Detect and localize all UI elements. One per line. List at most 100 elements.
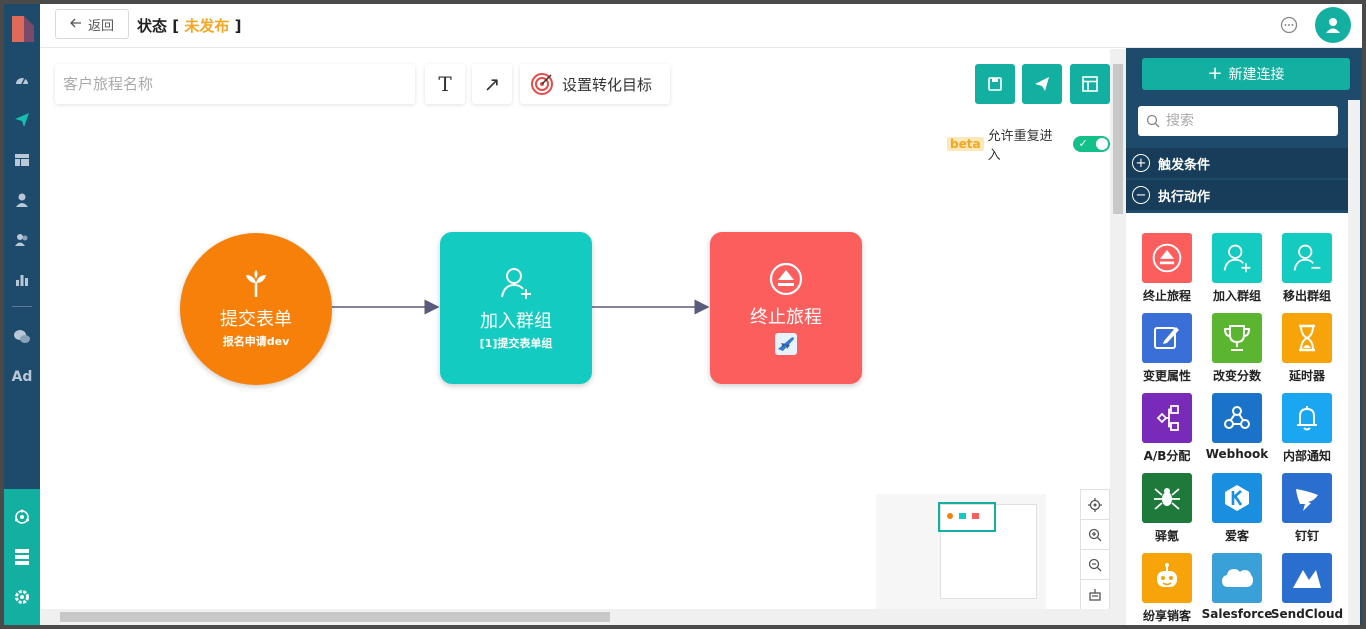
- search-input[interactable]: [1166, 113, 1326, 129]
- dashboard-icon[interactable]: [10, 68, 34, 92]
- plus-icon: +: [1207, 63, 1223, 84]
- action-label: Webhook: [1205, 447, 1269, 461]
- action-join-group[interactable]: 加入群组: [1202, 233, 1272, 304]
- action-webhook[interactable]: Webhook: [1202, 393, 1272, 461]
- avatar[interactable]: [1315, 7, 1351, 43]
- eject-icon: [769, 262, 803, 296]
- action-label: A/B分配: [1143, 449, 1191, 463]
- server-icon[interactable]: [10, 545, 34, 569]
- webhook-icon: [1212, 393, 1262, 443]
- fit-view-button[interactable]: [1081, 580, 1109, 610]
- panel-scrollbar[interactable]: [1348, 100, 1360, 625]
- status-bracket-close: ]: [234, 17, 242, 35]
- action-yike[interactable]: 驿氪: [1132, 473, 1202, 544]
- action-label: 纷享销客: [1142, 609, 1191, 623]
- arrow-left-icon: [70, 17, 82, 32]
- minimap-node: [972, 513, 979, 519]
- back-button[interactable]: 返回: [55, 9, 129, 39]
- journey-icon[interactable]: [10, 108, 34, 132]
- action-label: 爱客: [1224, 529, 1249, 543]
- layout-icon[interactable]: [10, 148, 34, 172]
- edit-icon: [1142, 313, 1192, 363]
- top-bar: 返回 状态 [ 未发布 ]: [40, 4, 1362, 48]
- action-delay-timer[interactable]: 延时器: [1272, 313, 1342, 384]
- action-label: SendCloud: [1270, 607, 1344, 621]
- fit-view-icon: [1089, 589, 1101, 601]
- status-value: 未发布: [184, 17, 230, 35]
- action-label: 延时器: [1288, 369, 1325, 383]
- locate-button[interactable]: [1081, 490, 1109, 520]
- add-user-icon: [501, 268, 531, 299]
- section-actions[interactable]: − 执行动作: [1126, 180, 1348, 210]
- dingtalk-icon: [1282, 473, 1332, 523]
- chat-icon[interactable]: [1280, 16, 1298, 34]
- action-remove-group[interactable]: 移出群组: [1272, 233, 1342, 304]
- horizontal-scrollbar[interactable]: [40, 609, 1110, 625]
- action-sendcloud[interactable]: SendCloud: [1270, 553, 1344, 621]
- section-triggers[interactable]: + 触发条件: [1126, 148, 1348, 178]
- status-title: 状态 [ 未发布 ]: [137, 15, 241, 36]
- robot-icon: [1142, 553, 1192, 603]
- zoom-out-icon: [1088, 558, 1102, 571]
- vertical-scrollbar[interactable]: [1110, 49, 1126, 625]
- right-panel: + 新建连接 + 触发条件 − 执行动作 终止旅程: [1126, 48, 1362, 625]
- group-icon[interactable]: [10, 228, 34, 252]
- action-aike[interactable]: 爱客: [1202, 473, 1272, 544]
- bar-chart-icon[interactable]: [10, 268, 34, 292]
- new-connection-button[interactable]: + 新建连接: [1142, 58, 1350, 90]
- collapse-minus-icon: −: [1132, 186, 1150, 204]
- action-label: Salesforce: [1201, 607, 1273, 621]
- settings-gear-icon[interactable]: [10, 585, 34, 609]
- sendcloud-icon: [1282, 553, 1332, 603]
- remove-user-icon: [1282, 233, 1332, 283]
- left-nav: Ad: [4, 4, 40, 625]
- action-label: 加入群组: [1212, 289, 1261, 303]
- action-change-attribute[interactable]: 变更属性: [1132, 313, 1202, 384]
- action-stop-journey[interactable]: 终止旅程: [1132, 233, 1202, 304]
- journey-canvas[interactable]: T ↗ 设置转化目标 beta 允许重复进入 ✓: [40, 49, 1110, 614]
- action-ab-split[interactable]: A/B分配: [1132, 393, 1202, 464]
- minimap[interactable]: [876, 494, 1046, 614]
- flow-node-stop-journey[interactable]: 终止旅程: [710, 232, 862, 384]
- zoom-in-button[interactable]: [1081, 520, 1109, 550]
- zoom-out-button[interactable]: [1081, 550, 1109, 580]
- add-user-icon: [1212, 233, 1262, 283]
- action-salesforce[interactable]: Salesforce: [1202, 553, 1272, 621]
- action-fxiaoke[interactable]: 纷享销客: [1132, 553, 1202, 624]
- nav-divider: [12, 306, 32, 307]
- user-icon[interactable]: [10, 188, 34, 212]
- search-box[interactable]: [1138, 106, 1338, 136]
- flow-node-trigger[interactable]: 提交表单 报名申请dev: [180, 233, 332, 385]
- trophy-icon: [1212, 313, 1262, 363]
- locate-icon: [1088, 497, 1102, 512]
- bell-icon: [1282, 393, 1332, 443]
- node-title: 提交表单: [220, 309, 292, 330]
- vertical-scroll-thumb[interactable]: [1113, 64, 1123, 214]
- horizontal-scroll-thumb[interactable]: [60, 612, 610, 622]
- ad-icon[interactable]: Ad: [10, 365, 34, 389]
- expand-plus-icon: +: [1132, 154, 1150, 172]
- node-subtitle: 报名申请dev: [222, 335, 290, 348]
- brand-logo: [12, 16, 34, 42]
- action-palette: 终止旅程 加入群组 移出群组 变更属性 改变分数 延时器 A/B分配 Webho…: [1126, 213, 1348, 625]
- k-logo-icon: [1212, 473, 1262, 523]
- status-bracket-open: [: [172, 17, 180, 35]
- action-label: 变更属性: [1142, 369, 1191, 383]
- section-label: 触发条件: [1158, 157, 1211, 173]
- node-subtitle: [1]提交表单组: [479, 337, 553, 350]
- action-label: 移出群组: [1282, 289, 1331, 303]
- eject-icon: [1142, 233, 1192, 283]
- action-internal-notify[interactable]: 内部通知: [1272, 393, 1342, 464]
- minimap-node: [959, 513, 966, 519]
- new-connection-label: 新建连接: [1228, 67, 1285, 83]
- app-window: Ad 返回 状态 [ 未发布 ] 客户旅程名称 T ↗ 设置转化目标 beta …: [4, 4, 1362, 625]
- section-label: 执行动作: [1158, 189, 1211, 205]
- network-icon[interactable]: [10, 505, 34, 529]
- wechat-icon[interactable]: [10, 325, 34, 349]
- action-dingtalk[interactable]: 钉钉: [1272, 473, 1342, 544]
- flow-node-join-group[interactable]: 加入群组 [1]提交表单组: [440, 232, 592, 384]
- action-change-score[interactable]: 改变分数: [1202, 313, 1272, 384]
- action-label: 改变分数: [1212, 369, 1261, 383]
- minimap-node: [947, 513, 953, 519]
- action-label: 驿氪: [1154, 529, 1179, 543]
